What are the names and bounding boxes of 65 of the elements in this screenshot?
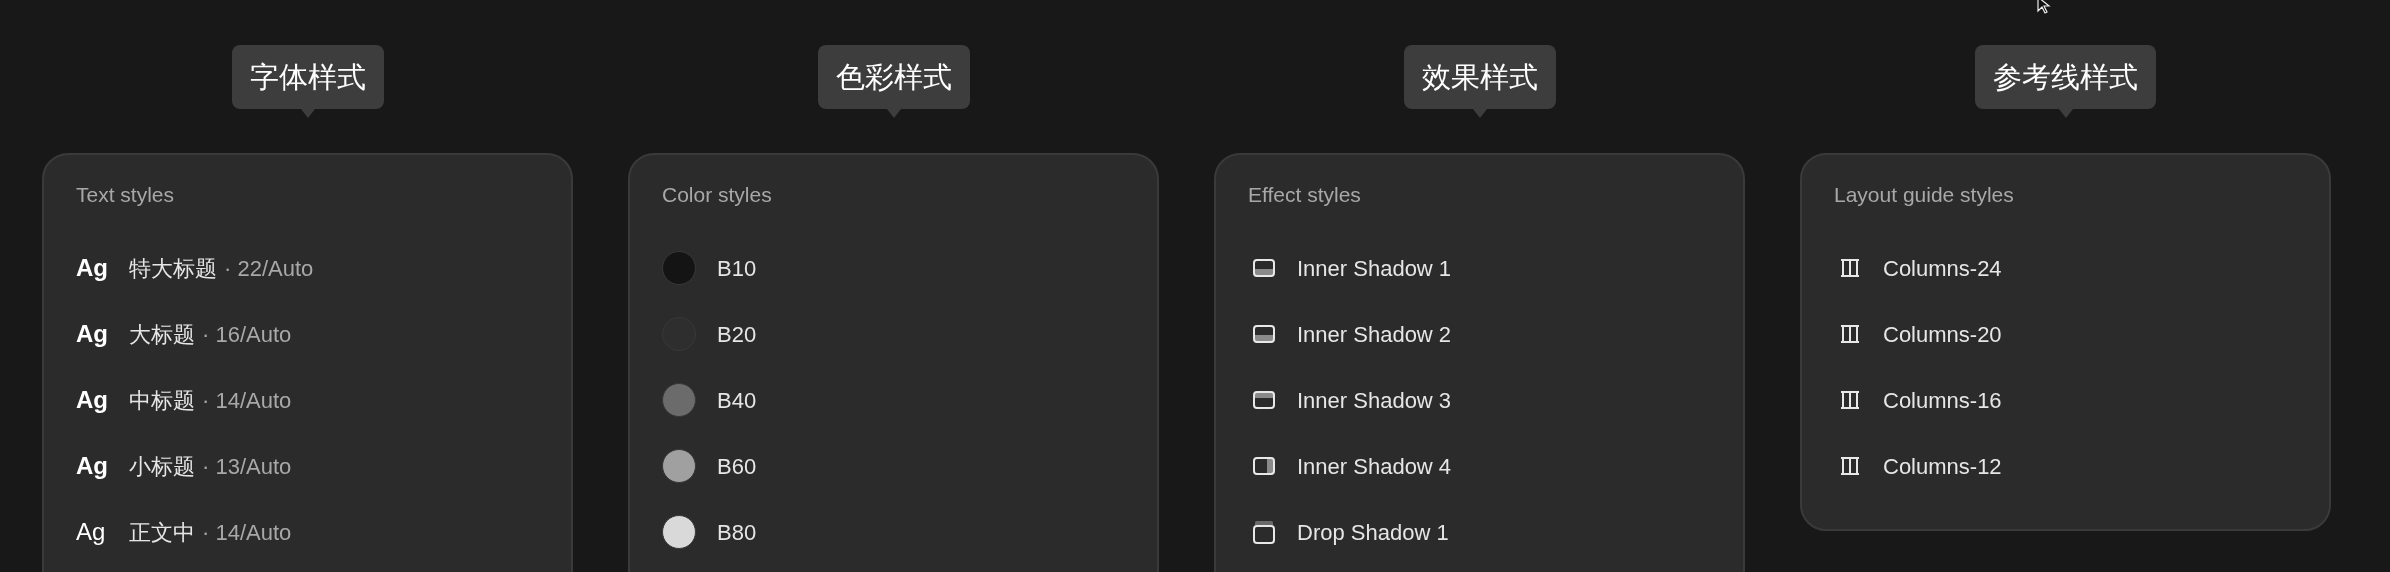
style-name: Columns-24 — [1883, 254, 2002, 283]
style-name: B10 — [717, 254, 757, 283]
style-name: Columns-12 — [1883, 452, 2002, 481]
text-preview: Ag — [76, 253, 109, 283]
style-item[interactable]: Inner Shadow 2 — [1248, 301, 1711, 367]
style-name: Inner Shadow 2 — [1297, 320, 1452, 349]
style-item[interactable]: Ag 正文中 · 14/Auto — [76, 499, 539, 565]
style-item[interactable]: Ag 大标题 · 16/Auto — [76, 301, 539, 367]
columns-icon — [1838, 454, 1862, 478]
style-name: 正文中 — [129, 518, 195, 547]
style-name: B40 — [717, 386, 757, 415]
tooltip: 字体样式 — [231, 45, 384, 109]
style-name: 特大标题 — [129, 254, 217, 283]
style-spec: · 13/Auto — [202, 452, 292, 481]
style-name: 中标题 — [129, 386, 195, 415]
style-spec: · 14/Auto — [202, 386, 292, 415]
style-item[interactable]: Columns-12 — [1834, 433, 2297, 499]
style-name: B60 — [717, 452, 757, 481]
style-item[interactable]: B20 — [662, 301, 1125, 367]
text-preview: Ag — [76, 517, 107, 547]
cursor-icon — [2036, 0, 2051, 14]
style-item[interactable]: B80 — [662, 499, 1125, 565]
tooltip-pointer — [1472, 109, 1487, 118]
style-item[interactable]: Columns-20 — [1834, 301, 2297, 367]
card-heading: Color styles — [662, 182, 773, 208]
style-name: 大标题 — [129, 320, 195, 349]
tooltip-pointer — [2058, 109, 2073, 118]
columns-icon — [1838, 388, 1862, 412]
style-spec: · 16/Auto — [202, 320, 292, 349]
text-preview: Ag — [76, 385, 109, 415]
style-item[interactable]: Columns-16 — [1834, 367, 2297, 433]
style-item[interactable]: Ag 特大标题 · 22/Auto — [76, 235, 539, 301]
style-item[interactable]: Inner Shadow 3 — [1248, 367, 1711, 433]
style-name: Inner Shadow 1 — [1297, 254, 1452, 283]
style-name: Columns-16 — [1883, 386, 2002, 415]
tooltip: 参考线样式 — [1975, 45, 2156, 109]
style-spec: · 14/Auto — [202, 518, 292, 547]
style-name: 小标题 — [129, 452, 195, 481]
card-heading: Effect styles — [1248, 182, 1362, 208]
style-item[interactable]: Drop Shadow 1 — [1248, 499, 1711, 565]
style-item[interactable]: Ag 中标题 · 14/Auto — [76, 367, 539, 433]
style-name: Drop Shadow 1 — [1297, 518, 1449, 547]
card-heading: Layout guide styles — [1834, 182, 2015, 208]
style-name: B20 — [717, 320, 757, 349]
style-name: Columns-20 — [1883, 320, 2002, 349]
style-item[interactable]: Inner Shadow 4 — [1248, 433, 1711, 499]
style-item[interactable]: B40 — [662, 367, 1125, 433]
style-name: Inner Shadow 3 — [1297, 386, 1452, 415]
style-item[interactable]: B60 — [662, 433, 1125, 499]
card-heading: Text styles — [76, 182, 176, 208]
style-name: B80 — [717, 518, 757, 547]
style-item[interactable]: Columns-24 — [1834, 235, 2297, 301]
tooltip: 效果样式 — [1403, 45, 1556, 109]
style-spec: · 22/Auto — [224, 254, 314, 283]
text-preview: Ag — [76, 319, 109, 349]
columns-icon — [1838, 256, 1862, 280]
style-name: Inner Shadow 4 — [1297, 452, 1452, 481]
tooltip-pointer — [886, 109, 901, 118]
columns-icon — [1838, 322, 1862, 346]
style-item[interactable]: B10 — [662, 235, 1125, 301]
tooltip: 色彩样式 — [817, 45, 970, 109]
style-item[interactable]: Inner Shadow 1 — [1248, 235, 1711, 301]
tooltip-pointer — [300, 109, 315, 118]
style-item[interactable]: Ag 小标题 · 13/Auto — [76, 433, 539, 499]
text-preview: Ag — [76, 451, 109, 481]
